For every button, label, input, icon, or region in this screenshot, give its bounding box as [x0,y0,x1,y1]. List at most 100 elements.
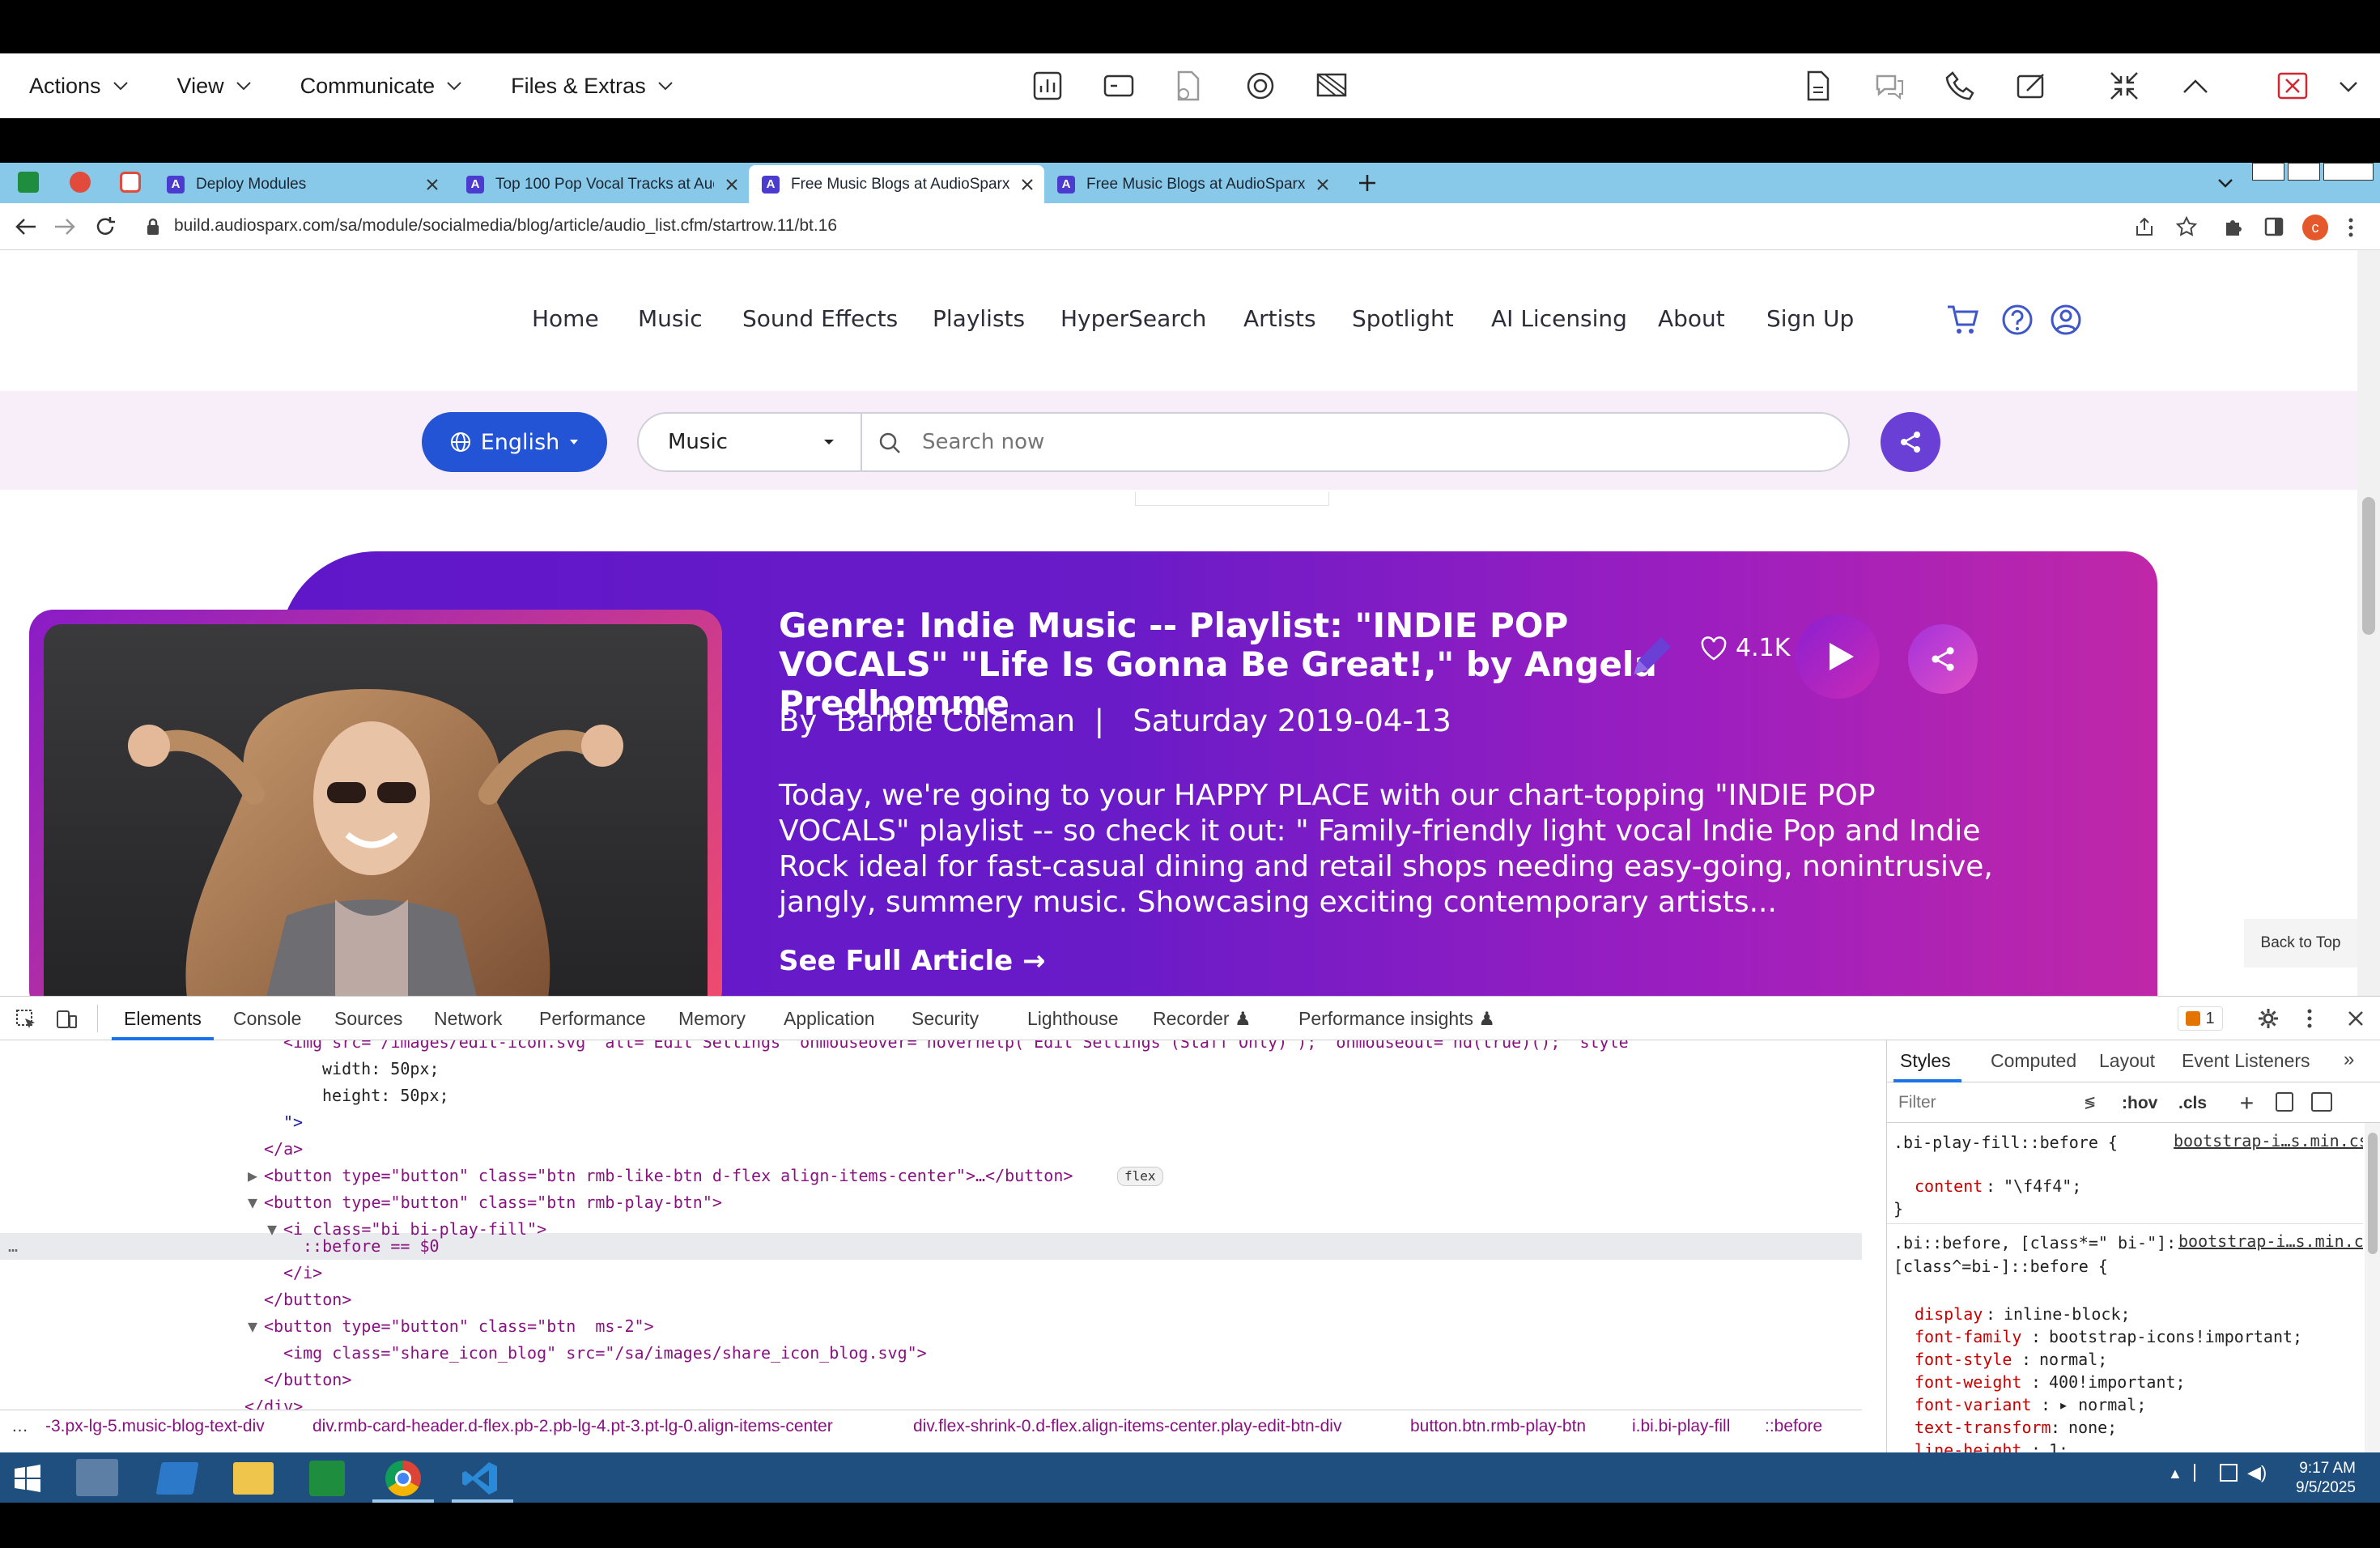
forward-arrow-icon[interactable] [53,216,76,237]
devtools-tab-console[interactable]: Console [233,1008,301,1030]
server-manager-icon[interactable] [76,1459,118,1496]
nav-playlists[interactable]: Playlists [933,305,1025,332]
breadcrumb-item[interactable]: div.rmb-card-header.d-flex.pb-2.pb-lg-4.… [312,1417,833,1436]
expand-triangle-icon[interactable]: ▶ [248,1163,257,1189]
file-lock-icon[interactable] [1172,70,1205,102]
new-tab-icon[interactable] [1357,172,1378,194]
pinned-tab-icon[interactable] [70,172,91,193]
dom-node[interactable]: </i> [283,1260,322,1286]
nav-spotlight[interactable]: Spotlight [1352,305,1454,332]
collapse-triangle-icon[interactable]: ▼ [267,1216,277,1243]
breadcrumb-item[interactable]: div.flex-shrink-0.d-flex.align-items-cen… [913,1417,1341,1436]
dom-node[interactable]: <button type="button" class="btn ms-2"> [264,1313,654,1340]
refresh-target-icon[interactable] [1244,70,1277,102]
breadcrumb-item[interactable]: i.bi.bi-play-fill [1632,1417,1730,1436]
bookmark-star-icon[interactable] [2176,216,2197,237]
tab-free-music-blogs[interactable]: A Free Music Blogs at AudioSparx.com [1044,165,1332,203]
back-to-top-button[interactable]: Back to Top [2244,919,2357,968]
inspect-element-icon[interactable] [15,1008,37,1031]
article-image[interactable] [44,624,708,996]
dom-node[interactable]: height: 50px; [322,1082,449,1109]
css-property[interactable]: font-variant [1915,1395,2032,1414]
dom-node[interactable]: "> [283,1109,303,1136]
cart-icon[interactable] [1946,304,1980,336]
chrome-icon[interactable] [385,1461,421,1496]
more-tabs-chevron-icon[interactable]: » [2344,1048,2354,1071]
nav-artists[interactable]: Artists [1243,305,1316,332]
nav-about[interactable]: About [1658,305,1725,332]
powershell-icon[interactable] [155,1462,199,1495]
phone-icon[interactable] [1944,70,1977,102]
pinned-tab-icon[interactable] [120,172,141,193]
breadcrumb-item[interactable]: button.btn.rmb-play-btn [1410,1417,1586,1436]
restore-window-button[interactable] [2288,163,2320,181]
css-value[interactable]: inline-block; [2004,1304,2131,1324]
lock-icon[interactable] [146,218,160,236]
close-window-button[interactable] [2323,163,2374,181]
profile-avatar[interactable]: c [2302,215,2328,240]
hov-button[interactable]: :hov [2122,1094,2157,1113]
css-property[interactable]: display [1915,1304,1983,1324]
file-explorer-icon[interactable] [233,1462,274,1495]
css-value[interactable]: bootstrap-icons!important; [2049,1327,2302,1346]
rule-source-link[interactable]: bootstrap-i…s.min.css:5 [2174,1131,2363,1150]
search-input[interactable] [922,425,1813,459]
css-property[interactable]: content [1915,1176,1983,1196]
sheets-pinned-tab-icon[interactable] [18,172,39,193]
close-tab-icon[interactable] [1313,175,1332,194]
kebab-menu-icon[interactable] [2346,216,2356,239]
css-value[interactable]: "\f4f4"; [2004,1176,2081,1196]
styles-filter-input[interactable] [1898,1091,2085,1115]
toggle-rendering-icon[interactable]: ≶ [2085,1092,2095,1112]
scrollbar-thumb[interactable] [2368,1133,2378,1254]
close-devtools-icon[interactable] [2346,1009,2365,1028]
close-tab-icon[interactable] [423,175,442,194]
chat-icon[interactable] [1873,70,1906,102]
breadcrumb-item[interactable]: ::before [1765,1417,1822,1436]
cls-button[interactable]: .cls [2178,1094,2207,1113]
tab-deploy-modules[interactable]: A Deploy Modules [154,165,442,203]
dom-node[interactable]: <img class="share_icon_blog" src="/sa/im… [283,1340,927,1367]
scrollbar-thumb[interactable] [2362,497,2375,635]
devtools-tab-recorder[interactable]: Recorder ♟ [1153,1008,1252,1030]
help-icon[interactable] [2001,304,2034,336]
minimize-window-button[interactable] [2252,163,2284,181]
devtools-tab-memory[interactable]: Memory [678,1008,746,1030]
system-clock[interactable]: 9:17 AM 9/5/2025 [2296,1459,2356,1498]
play-button[interactable] [1796,615,1880,699]
css-value[interactable]: 1; [2049,1440,2068,1453]
menu-communicate[interactable]: Communicate [300,74,463,99]
styles-tab-styles[interactable]: Styles [1900,1050,1951,1072]
close-tab-icon[interactable] [1018,175,1037,194]
nav-home[interactable]: Home [532,305,599,332]
devtools-tab-performance-insights[interactable]: Performance insights ♟ [1298,1008,1495,1030]
like-button[interactable]: 4.1K [1700,634,1790,662]
breadcrumb-overflow[interactable]: … [11,1417,28,1436]
nav-ai-licensing[interactable]: AI Licensing [1491,305,1627,332]
tab-search-chevron-icon[interactable] [2215,174,2236,192]
toggle-sidebar-icon[interactable] [2311,1092,2332,1112]
devtools-tab-application[interactable]: Application [784,1008,875,1030]
language-selector-button[interactable]: English [422,412,607,472]
devtools-tab-sources[interactable]: Sources [334,1008,402,1030]
flex-badge[interactable]: flex [1117,1167,1163,1186]
dom-node[interactable]: </button> [264,1367,351,1393]
dom-node[interactable]: </button> [264,1286,351,1313]
windows-start-icon[interactable] [13,1464,42,1493]
spreadsheet-app-icon[interactable] [309,1461,345,1496]
nav-sound-effects[interactable]: Sound Effects [742,305,898,332]
close-tab-icon[interactable] [722,175,742,194]
chevron-up-icon[interactable] [2179,70,2212,102]
rule-source-link[interactable]: bootstrap-i…s.min.css:5 [2174,1231,2363,1251]
volume-icon[interactable]: ◀) [2247,1462,2267,1483]
flag-icon[interactable] [2194,1464,2210,1482]
end-session-icon[interactable] [2276,70,2309,102]
css-property[interactable]: font-style [1915,1350,2012,1369]
annotate-icon[interactable] [2016,70,2048,102]
css-value[interactable]: ▸ normal; [2059,1395,2146,1414]
add-rule-icon[interactable]: + [2240,1089,2254,1116]
dom-node[interactable]: width: 50px; [322,1056,440,1082]
menu-view[interactable]: View [177,74,252,99]
show-hidden-icons-icon[interactable]: ▲ [2168,1465,2182,1482]
tab-top-100-pop-vocal[interactable]: A Top 100 Pop Vocal Tracks at AudioSparx [453,165,742,203]
